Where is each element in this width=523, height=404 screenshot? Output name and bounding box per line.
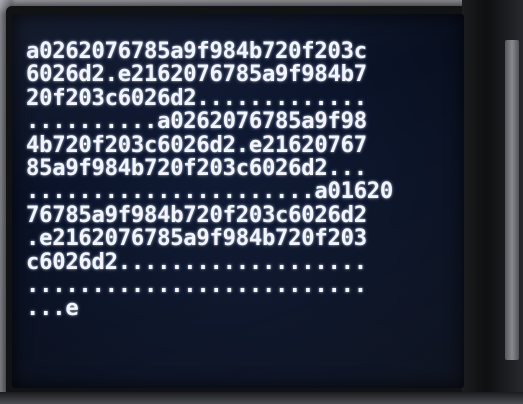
- lcd-screen: a0262076785a9f984b720f203c 6026d2.e21620…: [12, 14, 464, 388]
- lcd-line: a0262076785a9f984b720f203c: [26, 38, 367, 64]
- lcd-line: 4b720f203c6026d2.e21620767: [26, 131, 367, 158]
- lcd-line: 76785a9f984b720f203c6026d2: [26, 201, 367, 228]
- lcd-line: ..........................: [26, 271, 367, 298]
- lcd-line: 6026d2.e2162076785a9f984b7: [26, 61, 367, 88]
- lcd-line: c6026d2...................: [26, 248, 367, 275]
- lcd-line: ...e: [26, 295, 79, 322]
- lcd-line: ..........a0262076785a9f98: [26, 108, 367, 135]
- lcd-line: 85a9f984b720f203c6026d2...: [26, 154, 367, 181]
- lcd-line: .e2162076785a9f984b720f203: [26, 225, 367, 252]
- side-connector-strip: [505, 40, 519, 360]
- lcd-text-block: a0262076785a9f984b720f203c 6026d2.e21620…: [26, 38, 394, 322]
- photo-scene: a0262076785a9f984b720f203c 6026d2.e21620…: [0, 0, 523, 404]
- lcd-line: ......................a01620: [26, 178, 394, 205]
- lcd-line: 20f203c6026d2.............: [26, 84, 367, 111]
- device-bottom-edge: [0, 392, 523, 404]
